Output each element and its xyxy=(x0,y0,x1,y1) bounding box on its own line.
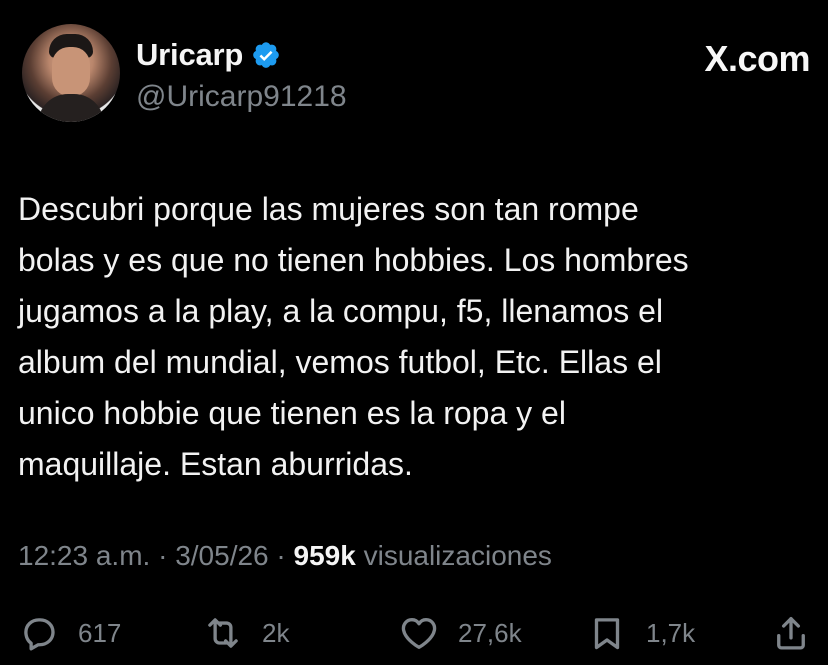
share-button[interactable] xyxy=(770,611,812,655)
author-name-row: Uricarp xyxy=(136,37,281,73)
views-label: visualizaciones xyxy=(355,540,552,571)
meta-separator: · xyxy=(268,540,294,571)
reply-button[interactable]: 617 xyxy=(18,611,121,655)
tweet-date[interactable]: 3/05/26 xyxy=(175,540,268,571)
like-count: 27,6k xyxy=(458,617,522,648)
tweet-header: Uricarp @Uricarp91218 X.com xyxy=(22,24,812,124)
bookmark-count: 1,7k xyxy=(646,617,696,648)
like-button[interactable]: 27,6k xyxy=(398,611,522,655)
avatar-face xyxy=(52,47,90,97)
bookmark-icon xyxy=(594,618,620,650)
tweet-time[interactable]: 12:23 a.m. xyxy=(18,540,150,571)
author-handle[interactable]: @Uricarp91218 xyxy=(136,80,347,114)
tweet-meta: 12:23 a.m. · 3/05/26 · 959k visualizacio… xyxy=(18,540,552,572)
avatar[interactable] xyxy=(22,24,120,122)
meta-separator: · xyxy=(150,540,176,571)
reply-icon xyxy=(24,618,55,651)
share-icon xyxy=(777,616,805,650)
retweet-icon xyxy=(208,618,238,648)
tweet-text: Descubri porque las mujeres son tan romp… xyxy=(18,191,689,482)
retweet-count: 2k xyxy=(262,617,290,648)
views-count: 959k xyxy=(293,540,356,571)
verified-badge-icon xyxy=(253,42,279,68)
tweet-actions: 617 2k 27,6k 1,7k xyxy=(18,611,808,655)
avatar-shirt xyxy=(38,94,104,122)
heart-icon xyxy=(401,618,437,650)
reply-count: 617 xyxy=(78,617,122,648)
retweet-button[interactable]: 2k xyxy=(202,611,289,655)
bookmark-button[interactable]: 1,7k xyxy=(586,611,695,655)
brand-wordmark: X.com xyxy=(704,38,810,79)
author-name[interactable]: Uricarp xyxy=(136,37,243,73)
